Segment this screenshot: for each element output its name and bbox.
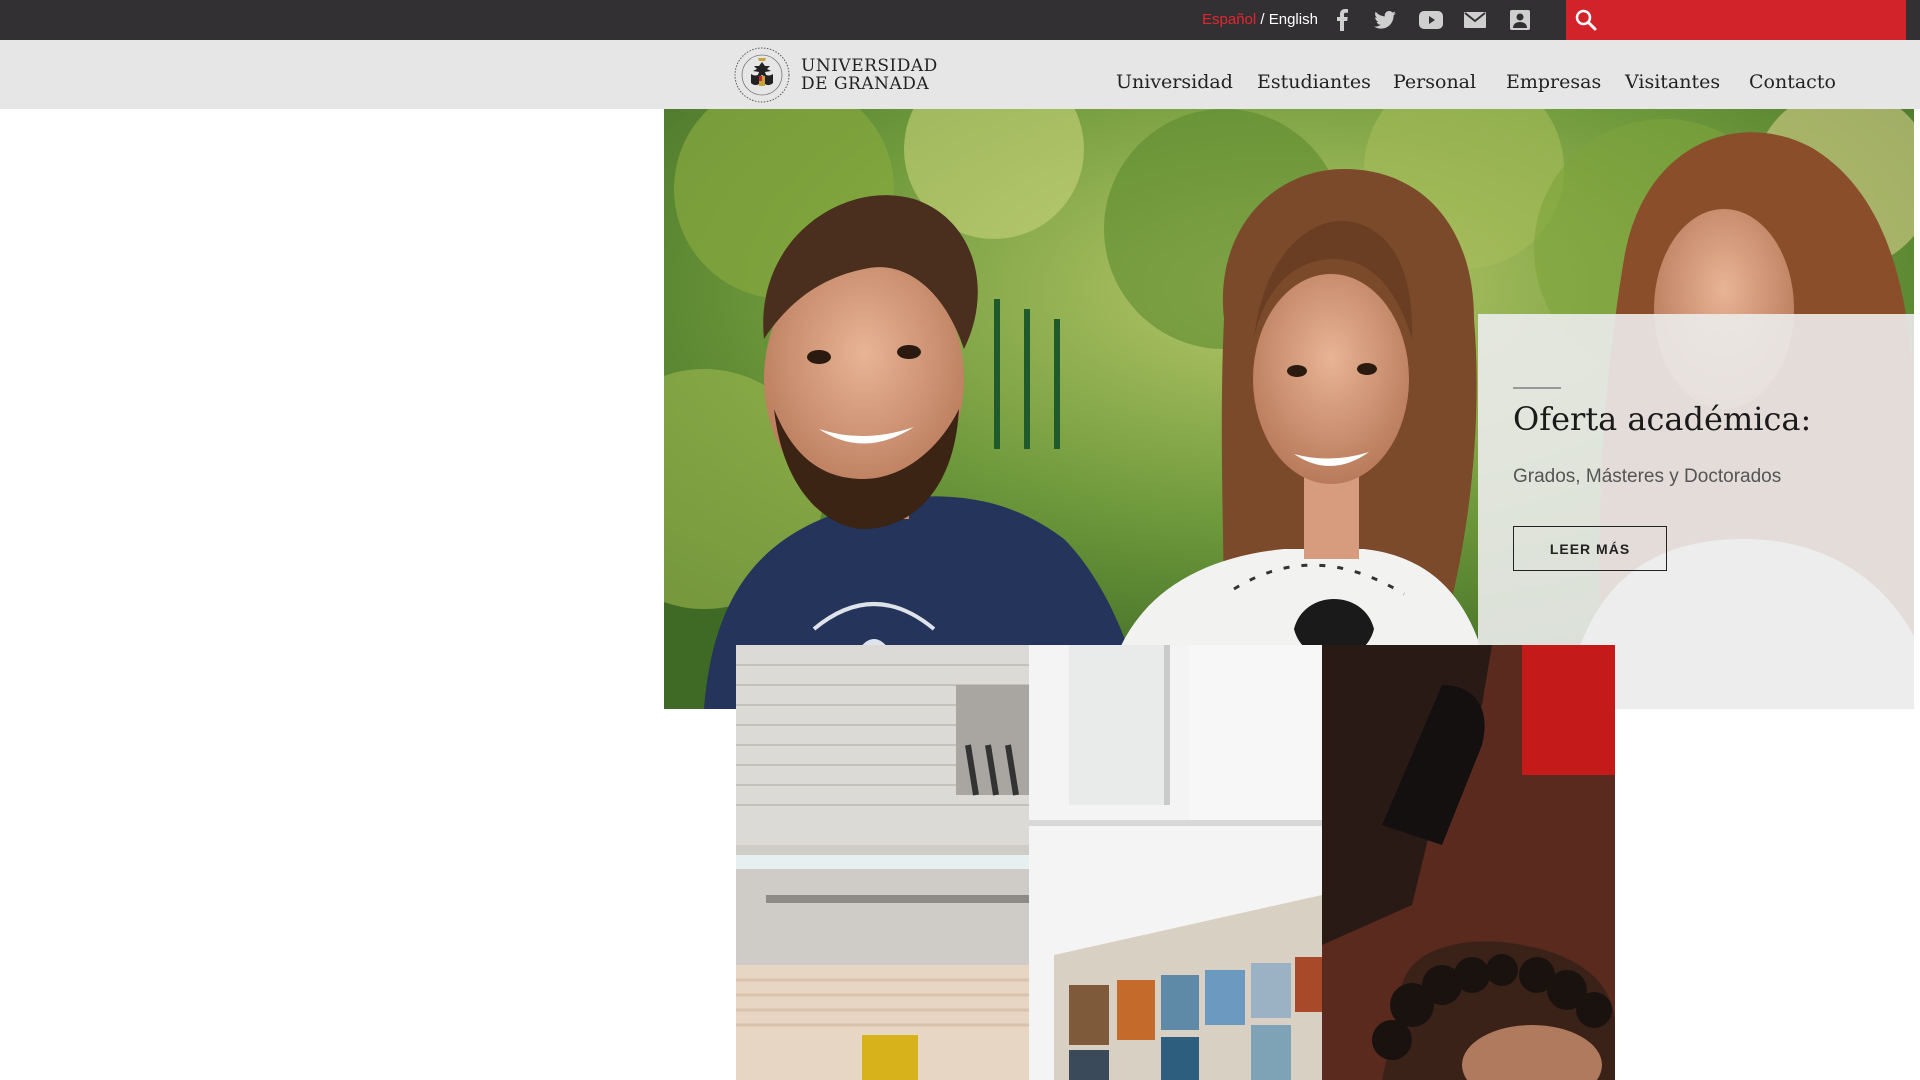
logo-line-1: UNIVERSIDAD — [801, 56, 938, 76]
card-subtitle: Grados, Másteres y Doctorados — [1513, 466, 1782, 487]
nav-personal[interactable]: Personal — [1393, 40, 1476, 109]
search-input[interactable] — [1606, 4, 1906, 36]
search-icon — [1575, 9, 1597, 31]
youtube-icon — [1419, 11, 1443, 29]
id-card-link[interactable] — [1505, 0, 1535, 40]
id-card-icon — [1510, 10, 1530, 30]
mail-icon — [1464, 12, 1486, 28]
twitter-link[interactable] — [1370, 0, 1400, 40]
twitter-icon — [1374, 11, 1396, 29]
read-more-button[interactable]: LEER MÁS — [1513, 526, 1667, 571]
lang-separator: / — [1256, 11, 1269, 28]
university-logo[interactable]: UNIVERSIDAD DE GRANADA — [733, 46, 938, 104]
news-tile-3[interactable] — [1322, 645, 1615, 1080]
youtube-link[interactable] — [1416, 0, 1446, 40]
nav-contacto[interactable]: Contacto — [1749, 40, 1836, 109]
nav-universidad[interactable]: Universidad — [1116, 40, 1233, 109]
main-header: UNIVERSIDAD DE GRANADA Universidad Estud… — [0, 40, 1920, 109]
exhibition-photo — [1029, 645, 1322, 1080]
mail-link[interactable] — [1460, 0, 1490, 40]
top-utility-bar: Español / English — [0, 0, 1920, 40]
nav-visitantes[interactable]: Visitantes — [1625, 40, 1720, 109]
nav-estudiantes[interactable]: Estudiantes — [1257, 40, 1371, 109]
news-tile-2[interactable] — [1029, 645, 1322, 1080]
news-tile-1[interactable] — [736, 645, 1029, 1080]
search-button[interactable] — [1566, 0, 1606, 40]
lang-english-link[interactable]: English — [1269, 11, 1318, 28]
portrait-photo — [1322, 645, 1615, 1080]
nav-empresas[interactable]: Empresas — [1506, 40, 1601, 109]
classroom-photo — [736, 645, 1029, 1080]
card-divider — [1513, 387, 1561, 389]
hero-edge — [1914, 109, 1920, 709]
facebook-link[interactable] — [1327, 0, 1357, 40]
language-switcher: Español / English — [1202, 0, 1318, 40]
university-seal-icon — [734, 47, 790, 103]
card-title: Oferta académica: — [1513, 400, 1812, 438]
lang-espanol-link[interactable]: Español — [1202, 11, 1256, 28]
logo-wordmark: UNIVERSIDAD DE GRANADA — [801, 57, 938, 93]
search-bar — [1566, 0, 1906, 40]
logo-line-2: DE GRANADA — [801, 74, 930, 94]
facebook-icon — [1337, 9, 1348, 31]
